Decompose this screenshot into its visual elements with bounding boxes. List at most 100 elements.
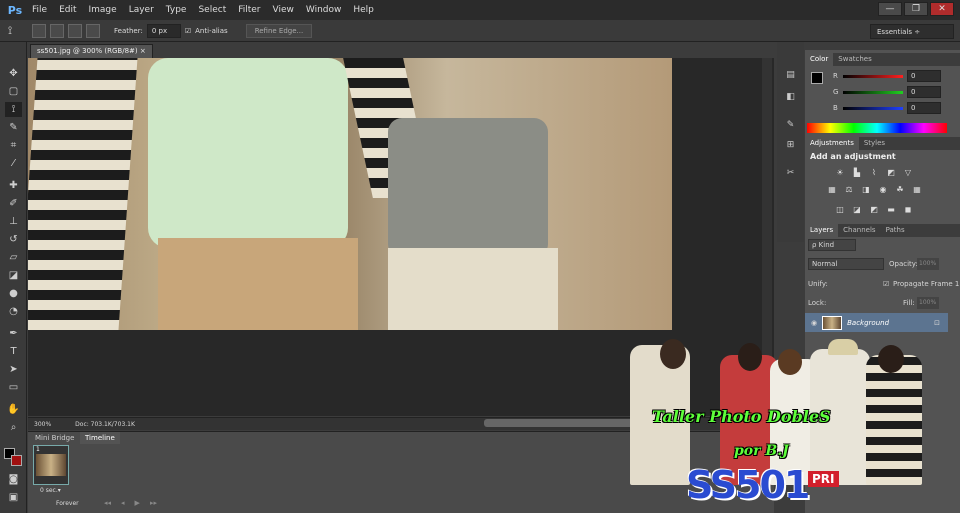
history-brush-tool-icon[interactable]: ↺ [5,232,22,247]
quick-mask-icon[interactable]: ◙ [5,472,22,487]
menu-image[interactable]: Image [83,0,123,20]
menu-layer[interactable]: Layer [123,0,160,20]
menu-window[interactable]: Window [300,0,348,20]
gradient-tool-icon[interactable]: ◪ [5,268,22,283]
character-icon[interactable]: ⊞ [782,138,799,152]
screen-mode-icon[interactable]: ▣ [5,490,22,505]
fill-field[interactable]: 100% [917,297,939,309]
blue-slider[interactable]: B 0 [805,101,960,115]
blue-track[interactable] [843,107,903,110]
propagate-checkbox[interactable]: ☑ [883,280,889,288]
photo-filter-icon[interactable]: ◉ [878,185,888,194]
menu-edit[interactable]: Edit [53,0,82,20]
refine-edge-button[interactable]: Refine Edge... [245,23,313,38]
tab-styles[interactable]: Styles [859,137,890,150]
blend-mode-select[interactable]: Normal [808,258,884,270]
healing-tool-icon[interactable]: ✚ [5,178,22,193]
red-value[interactable]: 0 [907,70,941,82]
tab-mini-bridge[interactable]: Mini Bridge [30,432,79,444]
stamp-tool-icon[interactable]: ⊥ [5,214,22,229]
close-button[interactable]: ✕ [930,2,954,16]
marquee-tool-icon[interactable]: ▢ [5,84,22,99]
layer-row-background[interactable]: ◉ Background ⊡ [805,313,948,332]
first-frame-icon[interactable]: ◂◂ [104,499,111,507]
lasso-tool-preset-icon[interactable]: ⟟ [8,24,28,38]
menu-type[interactable]: Type [160,0,193,20]
vibrance-icon[interactable]: ▽ [903,168,913,177]
path-select-tool-icon[interactable]: ➤ [5,362,22,377]
background-color-swatch[interactable] [11,455,22,466]
quick-select-tool-icon[interactable]: ✎ [5,120,22,135]
photo-canvas[interactable] [28,58,672,330]
green-slider[interactable]: G 0 [805,85,960,99]
antialias-checkbox[interactable]: ☑ [185,27,191,35]
intersect-selection-icon[interactable] [86,23,100,38]
eye-icon[interactable]: ◉ [811,319,817,327]
opacity-field[interactable]: 100% [917,258,939,270]
close-tab-icon[interactable]: × [140,47,146,55]
properties-icon[interactable]: ◧ [782,90,799,104]
blur-tool-icon[interactable]: ● [5,286,22,301]
layer-kind-filter[interactable]: ρ Kind [808,239,856,251]
brightness-icon[interactable]: ☀ [835,168,845,177]
posterize-icon[interactable]: ◪ [852,205,862,214]
prev-frame-icon[interactable]: ◂ [121,499,125,507]
hand-tool-icon[interactable]: ✋ [5,402,22,417]
eraser-tool-icon[interactable]: ▱ [5,250,22,265]
dodge-tool-icon[interactable]: ◔ [5,304,22,319]
crop-tool-icon[interactable]: ⌗ [5,138,22,153]
threshold-icon[interactable]: ◩ [869,205,879,214]
brush-preset-icon[interactable]: ✎ [782,118,799,132]
subtract-selection-icon[interactable] [68,23,82,38]
color-lookup-icon[interactable]: ▦ [912,185,922,194]
tab-layers[interactable]: Layers [805,224,839,237]
tab-timeline[interactable]: Timeline [80,432,120,444]
bw-icon[interactable]: ◨ [861,185,871,194]
green-value[interactable]: 0 [907,86,941,98]
channel-mixer-icon[interactable]: ☘ [895,185,905,194]
invert-icon[interactable]: ◫ [835,205,845,214]
gradient-map-icon[interactable]: ▬ [886,205,896,214]
new-selection-icon[interactable] [32,23,46,38]
next-frame-icon[interactable]: ▸▸ [150,499,157,507]
menu-select[interactable]: Select [192,0,232,20]
color-spectrum[interactable] [807,123,947,133]
frame-delay-select[interactable]: 0 sec.▾ [40,487,61,494]
type-tool-icon[interactable]: T [5,344,22,359]
balance-icon[interactable]: ⚖ [844,185,854,194]
tool-preset-icon[interactable]: ✂ [782,166,799,180]
menu-view[interactable]: View [267,0,300,20]
lasso-tool-icon[interactable]: ⟟ [5,102,22,117]
menu-filter[interactable]: Filter [232,0,266,20]
blue-value[interactable]: 0 [907,102,941,114]
tab-adjustments[interactable]: Adjustments [805,137,859,150]
tab-channels[interactable]: Channels [838,224,880,237]
eyedropper-tool-icon[interactable]: ⁄ [5,156,22,171]
menu-file[interactable]: File [26,0,53,20]
document-tab[interactable]: ss501.jpg @ 300% (RGB/8#) × [30,44,153,58]
add-selection-icon[interactable] [50,23,64,38]
tab-swatches[interactable]: Swatches [833,53,876,66]
levels-icon[interactable]: ▙ [852,168,862,177]
zoom-tool-icon[interactable]: ⌕ [5,420,22,435]
move-tool-icon[interactable]: ✥ [5,66,22,81]
brush-tool-icon[interactable]: ✐ [5,196,22,211]
curves-icon[interactable]: ⌇ [869,168,879,177]
zoom-level[interactable]: 300% [34,421,51,428]
workspace-select[interactable]: Essentials ÷ [870,24,954,39]
play-icon[interactable]: ▶ [135,499,140,507]
shape-tool-icon[interactable]: ▭ [5,380,22,395]
horizontal-scrollbar[interactable] [484,419,644,427]
feather-input[interactable]: 0 px [146,23,181,38]
tab-color[interactable]: Color [805,53,834,66]
pen-tool-icon[interactable]: ✒ [5,326,22,341]
red-slider[interactable]: R 0 [805,69,960,83]
exposure-icon[interactable]: ◩ [886,168,896,177]
tab-paths[interactable]: Paths [881,224,910,237]
green-track[interactable] [843,91,903,94]
loop-select[interactable]: Forever [56,500,79,507]
restore-button[interactable]: ❐ [904,2,928,16]
hue-icon[interactable]: ▦ [827,185,837,194]
selective-color-icon[interactable]: ◼ [903,205,913,214]
timeline-frame[interactable]: 1 [33,445,69,485]
